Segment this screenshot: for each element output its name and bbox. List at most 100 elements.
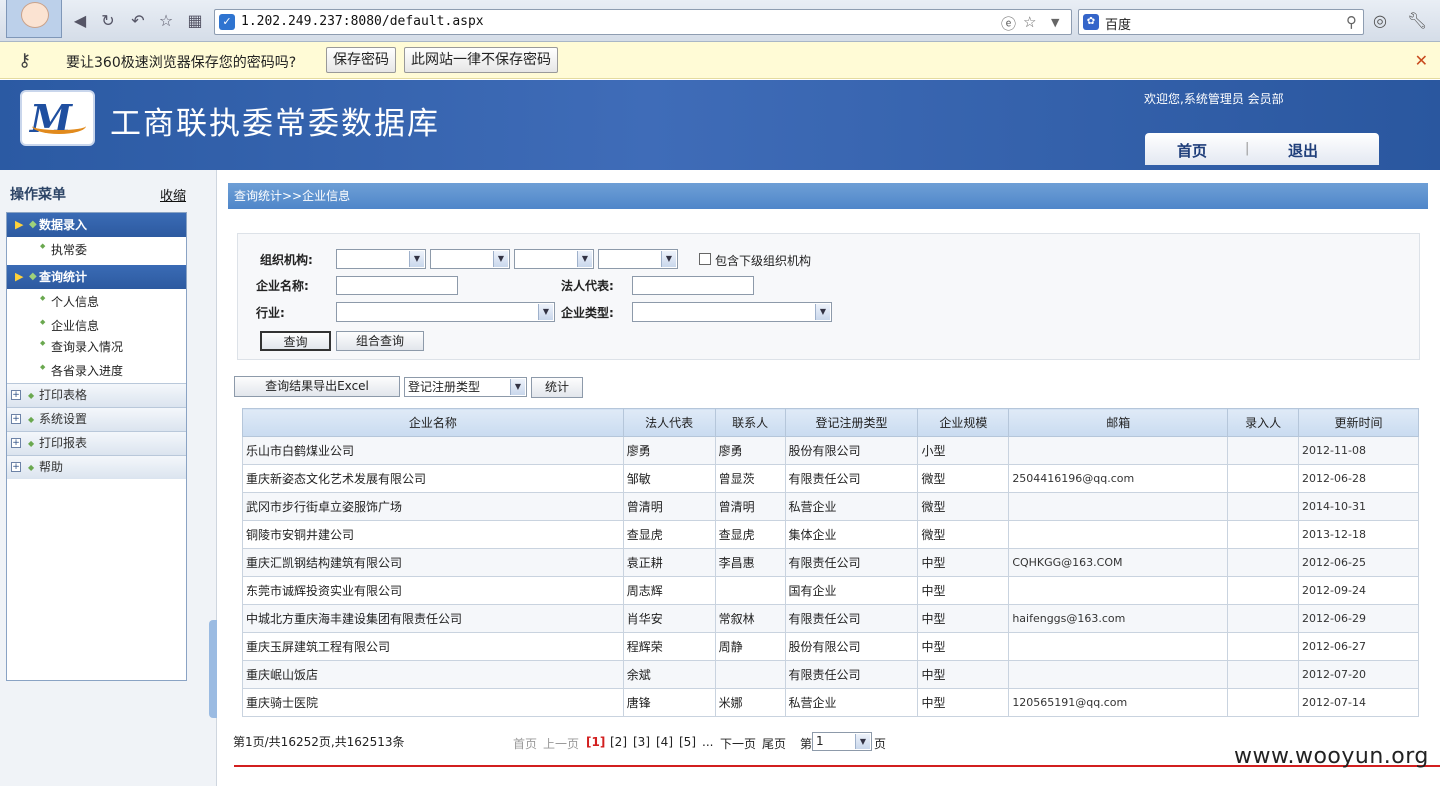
table-cell: 中型 bbox=[917, 660, 1010, 689]
combo-query-button[interactable]: 组合查询 bbox=[336, 331, 424, 351]
save-password-button[interactable]: 保存密码 bbox=[326, 47, 396, 73]
chevron-down-icon: ▼ bbox=[661, 251, 676, 267]
table-row[interactable]: 铜陵市安铜井建公司 查显虎 查显虎 集体企业 微型 2013-12-18 bbox=[242, 520, 1419, 549]
table-cell: 小型 bbox=[917, 436, 1010, 465]
table-row[interactable]: 重庆新姿态文化艺术发展有限公司 邹敏 曾显茨 有限责任公司 微型 2504416196@q… bbox=[242, 464, 1419, 493]
back-icon[interactable]: ◀ bbox=[70, 11, 90, 31]
column-header[interactable]: 企业名称 bbox=[242, 408, 624, 437]
menu-item-entry-status[interactable]: 查询录入情况 bbox=[40, 338, 123, 355]
org-select-2[interactable]: ▼ bbox=[430, 249, 510, 269]
table-cell: 股份有限公司 bbox=[784, 436, 919, 465]
table-row[interactable]: 乐山市白鹤煤业公司 廖勇 廖勇 股份有限公司 小型 2012-11-08 bbox=[242, 436, 1419, 465]
table-row[interactable]: 重庆汇凯钢结构建筑有限公司 袁正耕 李昌惠 有限责任公司 中型 CQHKGG@163.CO… bbox=[242, 548, 1419, 577]
group-bullet-icon: ◆ bbox=[28, 391, 35, 400]
table-row[interactable]: 重庆骑士医院 唐锋 米娜 私营企业 中型 120565191@qq.com 2012-07-… bbox=[242, 688, 1419, 717]
wrench-menu-icon[interactable]: 🔧︎ bbox=[1407, 11, 1427, 30]
table-cell: 曾清明 bbox=[714, 492, 786, 521]
search-box[interactable]: ✿ 百度 ⚲ bbox=[1078, 9, 1364, 35]
table-cell: 微型 bbox=[917, 492, 1010, 521]
prev-page-link[interactable]: 上一页 bbox=[543, 735, 579, 752]
last-page-link[interactable]: 尾页 bbox=[762, 735, 786, 752]
search-engine-name: 百度 bbox=[1105, 18, 1132, 33]
company-type-select[interactable]: ▼ bbox=[632, 302, 832, 322]
menu-item-committee[interactable]: 执常委 bbox=[40, 241, 87, 258]
expand-plus-icon: + bbox=[11, 438, 21, 448]
operation-menu: ▶ ◆ 数据录入 执常委 ▶ ◆ 查询统计 个人信息 企业信息 查询录入情况 各… bbox=[6, 212, 187, 681]
key-icon: ⚷ bbox=[18, 50, 32, 71]
export-excel-button[interactable]: 查询结果导出Excel bbox=[234, 376, 400, 397]
page-link-3[interactable]: [3] bbox=[633, 735, 650, 749]
close-icon[interactable]: ✕ bbox=[1415, 51, 1428, 70]
page-link-2[interactable]: [2] bbox=[610, 735, 627, 749]
include-sub-org-checkbox[interactable] bbox=[699, 253, 711, 265]
menu-item-company-info[interactable]: 企业信息 bbox=[40, 317, 99, 334]
column-header[interactable]: 录入人 bbox=[1227, 408, 1300, 437]
table-row[interactable]: 武冈市步行街卓立姿服饰广场 曾清明 曾清明 私营企业 微型 2014-10-31 bbox=[242, 492, 1419, 521]
industry-select[interactable]: ▼ bbox=[336, 302, 555, 322]
address-dropdown-icon[interactable]: ▼ bbox=[1051, 16, 1059, 29]
column-header[interactable]: 企业规模 bbox=[917, 408, 1010, 437]
table-cell bbox=[1227, 660, 1300, 689]
table-row[interactable]: 重庆岷山饭店 余斌 有限责任公司 中型 2012-07-20 bbox=[242, 660, 1419, 689]
table-row[interactable]: 中城北方重庆海丰建设集团有限责任公司 肖华安 常叙林 有限责任公司 中型 haifengg… bbox=[242, 604, 1419, 633]
column-header[interactable]: 登记注册类型 bbox=[784, 408, 919, 437]
table-cell: 邹敏 bbox=[622, 464, 716, 493]
page-link-5[interactable]: [5] bbox=[679, 735, 696, 749]
extension-icon[interactable]: ◎ bbox=[1373, 11, 1387, 30]
address-bar[interactable]: ✓ 1.202.249.237:8080/default.aspx ⓔ ☆ ▼ bbox=[214, 9, 1072, 35]
table-cell: 重庆骑士医院 bbox=[242, 688, 624, 717]
org-select-3[interactable]: ▼ bbox=[514, 249, 594, 269]
next-page-link[interactable]: 下一页 bbox=[720, 735, 756, 752]
menu-group-print-forms[interactable]: + ◆ 打印表格 bbox=[7, 383, 186, 407]
table-cell: 中型 bbox=[917, 604, 1010, 633]
search-icon[interactable]: ⚲ bbox=[1346, 13, 1357, 31]
column-header[interactable]: 邮箱 bbox=[1008, 408, 1229, 437]
first-page-link[interactable]: 首页 bbox=[513, 735, 537, 752]
star-icon[interactable]: ☆ bbox=[156, 11, 176, 31]
sidebar-collapse-link[interactable]: 收缩 bbox=[160, 185, 186, 204]
column-header[interactable]: 法人代表 bbox=[622, 408, 716, 437]
nav-logout-link[interactable]: 退出 bbox=[1288, 140, 1318, 161]
menu-group-system-settings[interactable]: + ◆ 系统设置 bbox=[7, 407, 186, 431]
table-cell: 中型 bbox=[917, 548, 1010, 577]
undo-icon[interactable]: ↶ bbox=[128, 11, 148, 31]
chevron-down-icon: ▼ bbox=[493, 251, 508, 267]
goto-page-select[interactable]: 1 ▼ bbox=[812, 732, 872, 751]
user-avatar[interactable] bbox=[6, 0, 62, 38]
menu-group-help[interactable]: + ◆ 帮助 bbox=[7, 455, 186, 479]
org-select-1[interactable]: ▼ bbox=[336, 249, 426, 269]
nav-home-link[interactable]: 首页 bbox=[1177, 140, 1207, 161]
menu-item-personal-info[interactable]: 个人信息 bbox=[40, 293, 99, 310]
table-row[interactable]: 东莞市诚辉投资实业有限公司 周志辉 国有企业 中型 2012-09-24 bbox=[242, 576, 1419, 605]
bookmark-star-icon[interactable]: ☆ bbox=[1023, 13, 1036, 31]
page-link-1[interactable]: [1] bbox=[586, 735, 605, 749]
column-header[interactable]: 联系人 bbox=[714, 408, 786, 437]
org-select-4[interactable]: ▼ bbox=[598, 249, 678, 269]
company-name-input[interactable] bbox=[336, 276, 458, 295]
table-cell: 廖勇 bbox=[622, 436, 716, 465]
statistics-button[interactable]: 统计 bbox=[531, 377, 583, 398]
table-cell: 私营企业 bbox=[784, 492, 919, 521]
refresh-icon[interactable]: ↻ bbox=[98, 11, 118, 31]
table-cell bbox=[1008, 436, 1229, 465]
table-cell: 重庆新姿态文化艺术发展有限公司 bbox=[242, 464, 624, 493]
menu-group-label: 数据录入 bbox=[39, 218, 88, 232]
legal-rep-input[interactable] bbox=[632, 276, 754, 295]
address-url[interactable]: 1.202.249.237:8080/default.aspx bbox=[241, 14, 484, 29]
menu-group-query-stats[interactable]: ▶ ◆ 查询统计 bbox=[7, 265, 186, 289]
page-link-4[interactable]: [4] bbox=[656, 735, 673, 749]
table-cell: 肖华安 bbox=[622, 604, 716, 633]
table-row[interactable]: 重庆玉屏建筑工程有限公司 程辉荣 周静 股份有限公司 中型 2012-06-27 bbox=[242, 632, 1419, 661]
menu-group-data-entry[interactable]: ▶ ◆ 数据录入 bbox=[7, 213, 186, 237]
ie-mode-icon[interactable]: ⓔ bbox=[1001, 13, 1016, 34]
never-save-password-button[interactable]: 此网站一律不保存密码 bbox=[404, 47, 558, 73]
stat-type-select[interactable]: 登记注册类型 ▼ bbox=[404, 377, 527, 397]
query-button[interactable]: 查询 bbox=[260, 331, 331, 351]
apps-grid-icon[interactable]: ▦ bbox=[185, 11, 205, 31]
menu-item-province-progress[interactable]: 各省录入进度 bbox=[40, 362, 123, 379]
menu-group-print-reports[interactable]: + ◆ 打印报表 bbox=[7, 431, 186, 455]
table-cell: 中型 bbox=[917, 688, 1010, 717]
sidebar-splitter-handle[interactable] bbox=[209, 620, 217, 718]
column-header[interactable]: 更新时间 bbox=[1298, 408, 1419, 437]
table-cell: 余斌 bbox=[622, 660, 716, 689]
